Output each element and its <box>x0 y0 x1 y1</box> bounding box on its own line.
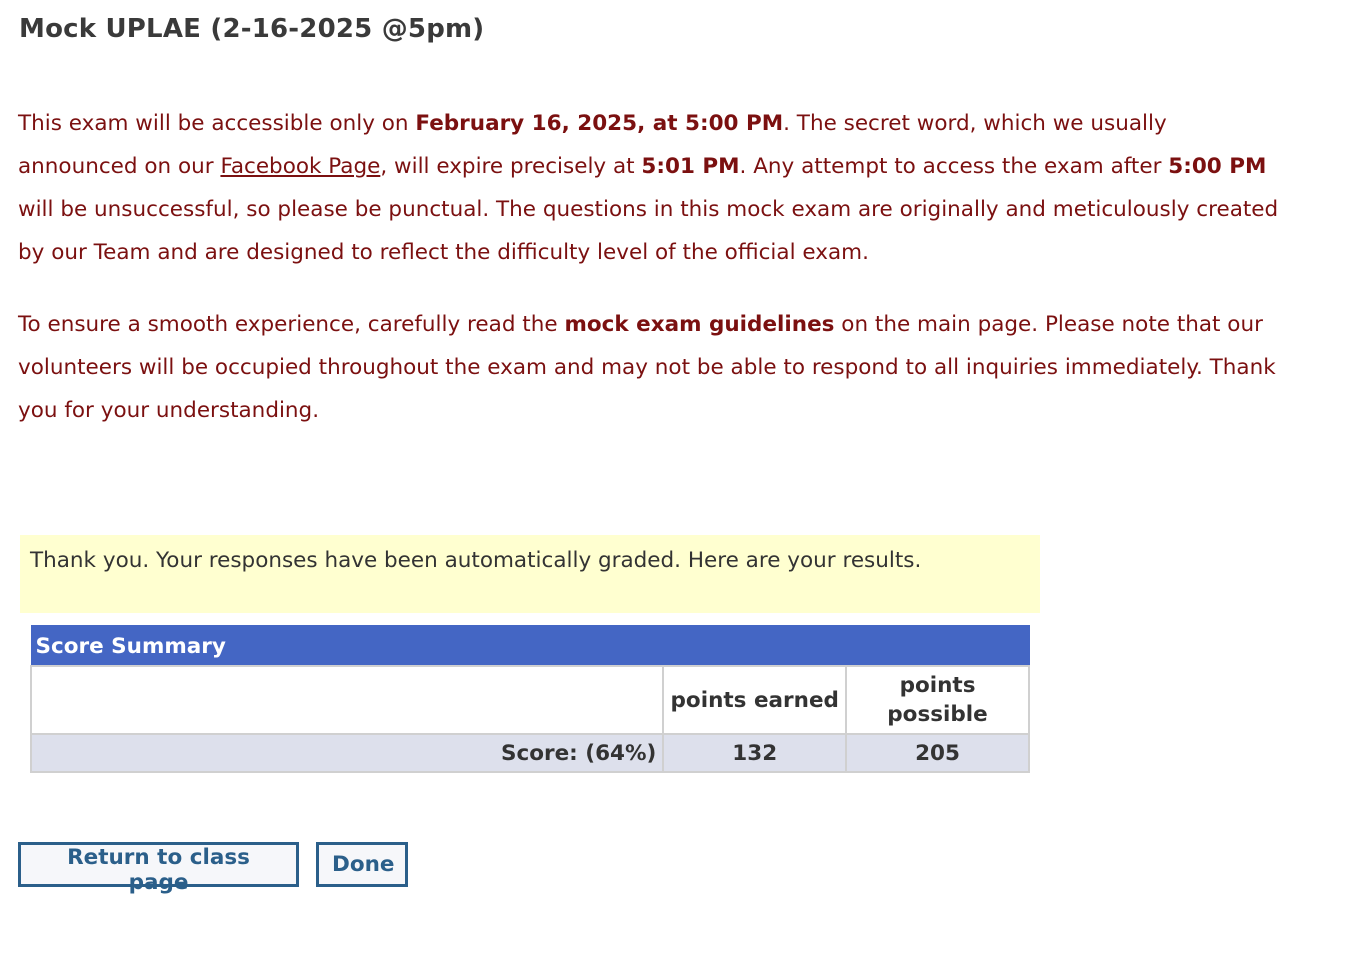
score-summary-caption: Score Summary <box>30 625 1030 667</box>
blank-header-cell <box>29 665 665 735</box>
instructions-text: , will expire precisely at <box>380 154 642 179</box>
points-possible-value: 205 <box>845 733 1030 773</box>
exam-instructions: This exam will be accessible only on Feb… <box>18 102 1288 461</box>
score-row: Score: (64%) 132 205 <box>29 733 1030 773</box>
instructions-text: To ensure a smooth experience, carefully… <box>18 312 565 337</box>
page-title: Mock UPLAE (2-16-2025 @5pm) <box>19 14 485 44</box>
facebook-page-link[interactable]: Facebook Page <box>220 154 380 179</box>
secret-word-expiry-time: 5:01 PM <box>641 154 740 179</box>
instructions-text: . Any attempt to access the exam after <box>739 154 1169 179</box>
points-earned-value: 132 <box>662 733 848 773</box>
exam-date-time: February 16, 2025, at 5:00 PM <box>415 111 784 136</box>
done-button[interactable]: Done <box>316 842 408 887</box>
points-possible-header: points possible <box>845 665 1030 735</box>
grading-notice: Thank you. Your responses have been auto… <box>20 535 1040 613</box>
score-summary-table: Score Summary points earned points possi… <box>29 625 1030 773</box>
column-header-row: points earned points possible <box>29 665 1030 735</box>
guidelines-emphasis: mock exam guidelines <box>564 312 835 337</box>
score-label: Score: (64%) <box>29 733 665 773</box>
instructions-text: This exam will be accessible only on <box>18 111 416 136</box>
instructions-text: will be unsuccessful, so please be punct… <box>18 197 1279 265</box>
return-to-class-page-button[interactable]: Return to class page <box>18 842 299 895</box>
instructions-paragraph-1: This exam will be accessible only on Feb… <box>18 102 1288 274</box>
score-summary-caption-row: Score Summary <box>30 625 1030 667</box>
points-earned-header: points earned <box>662 665 848 735</box>
instructions-paragraph-2: To ensure a smooth experience, carefully… <box>18 303 1288 432</box>
access-deadline-time: 5:00 PM <box>1168 154 1267 179</box>
